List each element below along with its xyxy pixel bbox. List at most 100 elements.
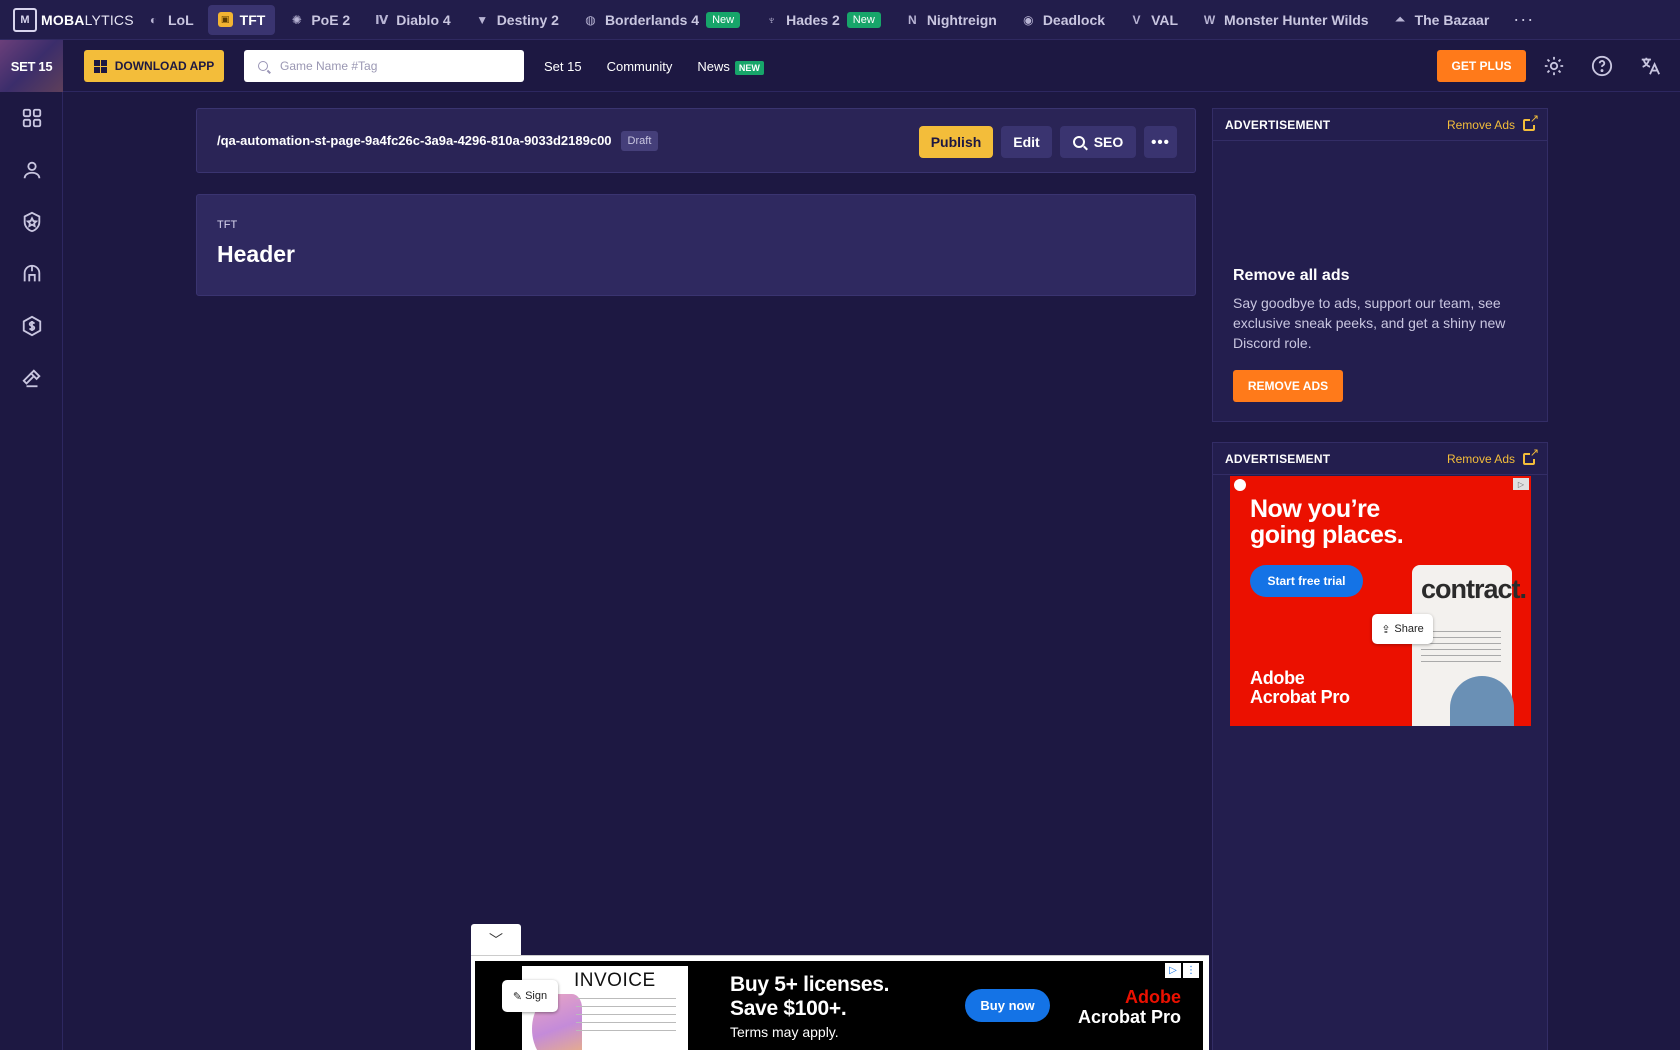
- search-input[interactable]: [280, 59, 500, 73]
- adchoices-icon[interactable]: ▷: [1513, 478, 1529, 490]
- settings-gear-icon[interactable]: [1542, 54, 1566, 78]
- get-plus-button[interactable]: GET PLUS: [1437, 50, 1526, 82]
- ad-doc-word: contract.: [1421, 574, 1527, 604]
- ad-doc-lines: [1421, 631, 1501, 667]
- remove-ads-description: Say goodbye to ads, support our team, se…: [1233, 295, 1506, 351]
- more-options-icon[interactable]: •••: [1144, 126, 1177, 158]
- ad-header: ADVERTISEMENT Remove Ads: [1213, 443, 1547, 475]
- search-icon: [258, 61, 268, 71]
- ad-panel-sidebar: ADVERTISEMENT Remove Ads ▷ Now you’re go…: [1212, 442, 1548, 1050]
- buy-now-button[interactable]: Buy now: [965, 989, 1050, 1022]
- game-tab-monster-hunter[interactable]: W Monster Hunter Wilds: [1192, 5, 1379, 35]
- news-label: News: [697, 58, 730, 74]
- new-badge: New: [706, 11, 741, 28]
- game-tab-lol[interactable]: ◐ LoL: [136, 5, 204, 35]
- game-label: VAL: [1151, 11, 1179, 28]
- search-box: [244, 50, 524, 82]
- header-kicker: TFT: [217, 219, 238, 231]
- seo-button[interactable]: SEO: [1060, 126, 1136, 158]
- game-tab-destiny2[interactable]: ▼ Destiny 2: [465, 5, 569, 35]
- adchoices-icon[interactable]: ▷: [1165, 963, 1181, 978]
- ad-invoice-title: INVOICE: [574, 970, 656, 991]
- tier-list-star-icon[interactable]: [20, 210, 44, 234]
- adobe-banner-ad[interactable]: INVOICE ✎ Sign Buy 5+ licenses. Save $100…: [475, 961, 1203, 1050]
- sub-nav-links: Set 15 Community News NEW: [544, 40, 764, 92]
- nav-link-community[interactable]: Community: [607, 59, 673, 74]
- game-tab-valorant[interactable]: V VAL: [1119, 5, 1188, 35]
- builder-hammer-icon[interactable]: [20, 366, 44, 390]
- left-sidebar: [0, 92, 63, 1050]
- apps-grid-icon[interactable]: [20, 106, 44, 130]
- nav-link-news[interactable]: News NEW: [697, 58, 764, 75]
- external-link-icon: [1523, 447, 1539, 465]
- language-translate-icon[interactable]: [1638, 54, 1662, 78]
- poe2-icon: ✺: [291, 12, 302, 27]
- game-tab-nightreign[interactable]: N Nightreign: [895, 5, 1007, 35]
- collapse-ad-button[interactable]: ﹀: [471, 924, 521, 955]
- lol-icon: ◐: [149, 12, 158, 27]
- ad-panel-remove-ads: ADVERTISEMENT Remove Ads Remove all ads …: [1212, 108, 1548, 422]
- remove-ads-link[interactable]: Remove Ads: [1447, 113, 1539, 132]
- download-app-label: DOWNLOAD APP: [114, 59, 215, 73]
- game-tab-borderlands4[interactable]: ◍ Borderlands 4 New: [573, 5, 750, 35]
- sign-label: Sign: [525, 990, 548, 1002]
- ad-brand-top: Adobe: [1125, 987, 1181, 1007]
- profile-icon[interactable]: [20, 158, 44, 182]
- champions-helmet-icon[interactable]: [20, 262, 44, 286]
- ad-share-chip: ⇪ Share: [1372, 614, 1433, 644]
- seo-label: SEO: [1093, 134, 1124, 150]
- sub-header: SET 15 DOWNLOAD APP Set 15 Community New…: [0, 40, 1680, 92]
- ad-headline: Now you’re going places.: [1250, 495, 1404, 549]
- game-list: ◐ LoL ▣ TFT ✺ PoE 2 Ⅳ Diablo 4 ▼ Destiny 2 ◍ B…: [136, 4, 1544, 35]
- more-games-icon[interactable]: ···: [1503, 9, 1544, 30]
- game-label: Diablo 4: [396, 11, 451, 28]
- logo-text: MOBALYTICS: [41, 11, 134, 28]
- help-icon[interactable]: [1590, 54, 1614, 78]
- game-tab-deadlock[interactable]: ◉ Deadlock: [1011, 5, 1115, 35]
- game-tab-poe2[interactable]: ✺ PoE 2: [279, 5, 360, 35]
- game-tab-hades2[interactable]: ♆ Hades 2 New: [754, 5, 891, 35]
- tft-icon: ▣: [217, 12, 233, 27]
- ad-banner-controls: ▷ ⋮: [1165, 963, 1199, 978]
- game-tab-bazaar[interactable]: ⏶ The Bazaar: [1383, 5, 1500, 35]
- ad-menu-icon[interactable]: ⋮: [1183, 963, 1199, 978]
- page-actions: Publish Edit SEO •••: [919, 126, 1177, 158]
- windows-icon: [93, 59, 107, 73]
- remove-ads-link-label: Remove Ads: [1446, 451, 1515, 466]
- download-app-button[interactable]: DOWNLOAD APP: [84, 50, 224, 82]
- remove-ads-title: Remove all ads: [1233, 267, 1350, 284]
- game-label: LoL: [168, 11, 194, 28]
- hades2-icon: ♆: [767, 12, 777, 27]
- monster-hunter-icon: W: [1203, 12, 1216, 27]
- nav-link-set[interactable]: Set 15: [544, 59, 582, 74]
- set-badge[interactable]: SET 15: [0, 40, 63, 92]
- destiny2-icon: ▼: [476, 12, 489, 27]
- game-label: Deadlock: [1042, 11, 1106, 28]
- news-new-badge: NEW: [734, 60, 764, 75]
- publish-button[interactable]: Publish: [919, 126, 993, 158]
- header-widget[interactable]: TFT Header: [196, 194, 1196, 296]
- adobe-square-ad[interactable]: ▷ Now you’re going places. Start free tr…: [1230, 476, 1531, 726]
- ad-brand-bottom: Acrobat Pro: [1077, 1007, 1181, 1027]
- game-label: PoE 2: [311, 11, 351, 28]
- chevron-down-icon: ﹀: [489, 931, 503, 948]
- ad-info-icon[interactable]: [1234, 479, 1246, 491]
- mobalytics-logo[interactable]: M MOBALYTICS: [0, 7, 136, 32]
- game-tab-diablo4[interactable]: Ⅳ Diablo 4: [364, 5, 460, 35]
- edit-button[interactable]: Edit: [1001, 126, 1052, 158]
- top-game-nav: M MOBALYTICS ◐ LoL ▣ TFT ✺ PoE 2 Ⅳ Diablo 4 …: [0, 0, 1680, 40]
- remove-ads-link[interactable]: Remove Ads: [1446, 447, 1539, 466]
- nightreign-icon: N: [907, 12, 917, 27]
- game-label: Hades 2: [786, 11, 840, 28]
- items-coin-icon[interactable]: [20, 314, 44, 338]
- start-free-trial-button[interactable]: Start free trial: [1250, 565, 1363, 597]
- ad-invoice-lines: [576, 998, 676, 1038]
- valorant-icon: V: [1132, 12, 1141, 27]
- game-label: Destiny 2: [496, 11, 559, 28]
- game-tab-tft[interactable]: ▣ TFT: [207, 4, 276, 35]
- game-label: The Bazaar: [1414, 11, 1490, 28]
- remove-ads-button[interactable]: REMOVE ADS: [1233, 370, 1343, 402]
- mobalytics-logo-icon: M: [13, 7, 37, 32]
- ad-banner-headline: Buy 5+ licenses. Save $100+.: [730, 973, 890, 1020]
- ad-banner-terms: Terms may apply.: [730, 1024, 839, 1040]
